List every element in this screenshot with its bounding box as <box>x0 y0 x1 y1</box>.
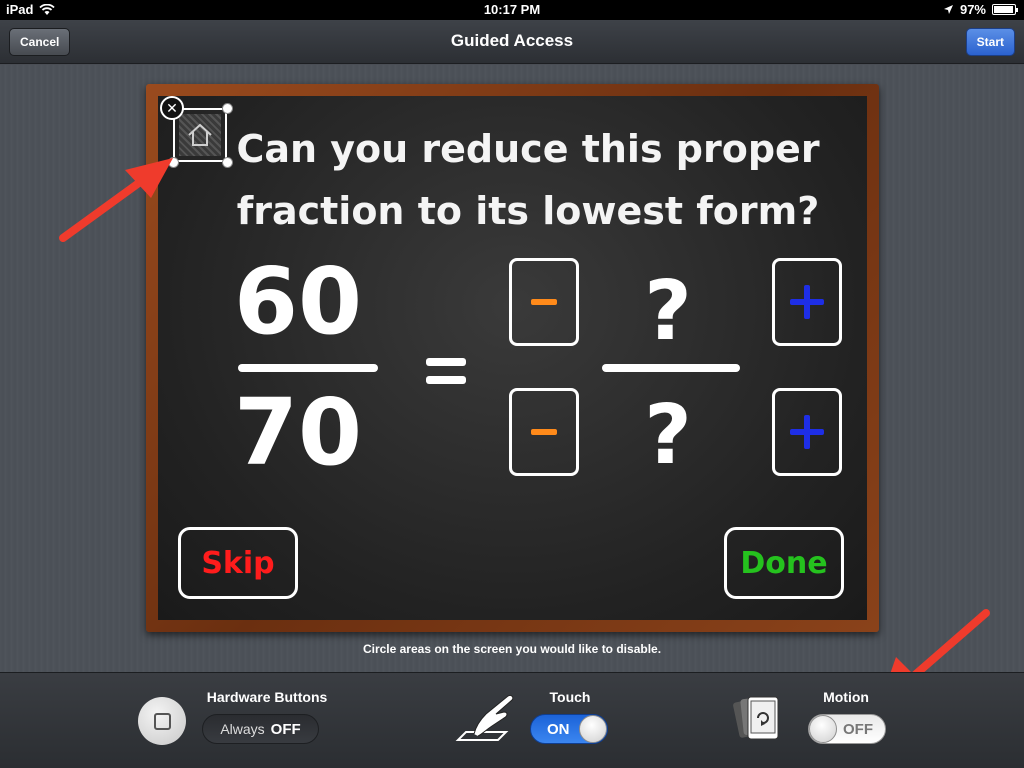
fraction-numerator: 60 <box>233 248 363 355</box>
chalkboard[interactable]: Can you reduce this proper fraction to i… <box>158 96 867 620</box>
annotation-arrow <box>59 158 173 242</box>
page-title: Guided Access <box>450 31 574 50</box>
answer-numerator: ? <box>644 264 692 359</box>
plus-icon <box>790 415 824 449</box>
hardware-buttons-label: Hardware Buttons <box>206 689 328 705</box>
close-icon[interactable]: ✕ <box>160 96 184 120</box>
motion-toggle[interactable]: OFF <box>808 714 886 744</box>
fraction-denominator: 70 <box>233 379 363 486</box>
motion-state: OFF <box>843 721 873 738</box>
hardware-buttons-toggle[interactable]: Always OFF <box>202 714 319 744</box>
equals-sign <box>426 358 470 386</box>
chalkboard-frame: Can you reduce this proper fraction to i… <box>146 84 879 632</box>
location-arrow-icon <box>943 5 953 14</box>
skip-button[interactable]: Skip <box>178 527 298 599</box>
denominator-plus-button[interactable] <box>772 388 842 476</box>
minus-icon <box>531 299 557 305</box>
battery-icon <box>992 4 1018 15</box>
hardware-buttons-icon <box>138 697 186 745</box>
rotate-device-icon <box>733 696 779 740</box>
start-button[interactable]: Start <box>965 28 1015 56</box>
numerator-plus-button[interactable] <box>772 258 842 346</box>
answer-fraction-bar <box>602 364 740 372</box>
hardware-always-label: Always <box>220 721 265 737</box>
done-button[interactable]: Done <box>724 527 844 599</box>
motion-label: Motion <box>823 689 869 705</box>
minus-icon <box>531 429 557 435</box>
hardware-state: OFF <box>270 720 301 738</box>
numerator-minus-button[interactable] <box>509 258 579 346</box>
battery-percent: 97% <box>959 2 986 17</box>
answer-denominator: ? <box>644 388 692 483</box>
status-bar: iPad 10:17 PM 97% <box>0 0 1024 20</box>
status-time: 10:17 PM <box>483 2 541 17</box>
home-icon <box>188 123 212 146</box>
denominator-minus-button[interactable] <box>509 388 579 476</box>
square-button-icon <box>153 712 171 730</box>
instruction-text: Circle areas on the screen you would lik… <box>362 642 662 656</box>
touch-label: Touch <box>549 689 591 705</box>
resize-handle[interactable] <box>222 103 233 114</box>
question-text: Can you reduce this proper fraction to i… <box>236 127 820 233</box>
resize-handle[interactable] <box>222 157 233 168</box>
fraction-bar <box>238 364 378 372</box>
touch-toggle[interactable]: ON <box>530 714 608 744</box>
hand-touch-icon <box>455 695 514 741</box>
nav-bar: Cancel Guided Access Start <box>0 20 1024 64</box>
disabled-area-region[interactable] <box>173 108 227 162</box>
plus-icon <box>790 285 824 319</box>
touch-state: ON <box>547 721 570 738</box>
